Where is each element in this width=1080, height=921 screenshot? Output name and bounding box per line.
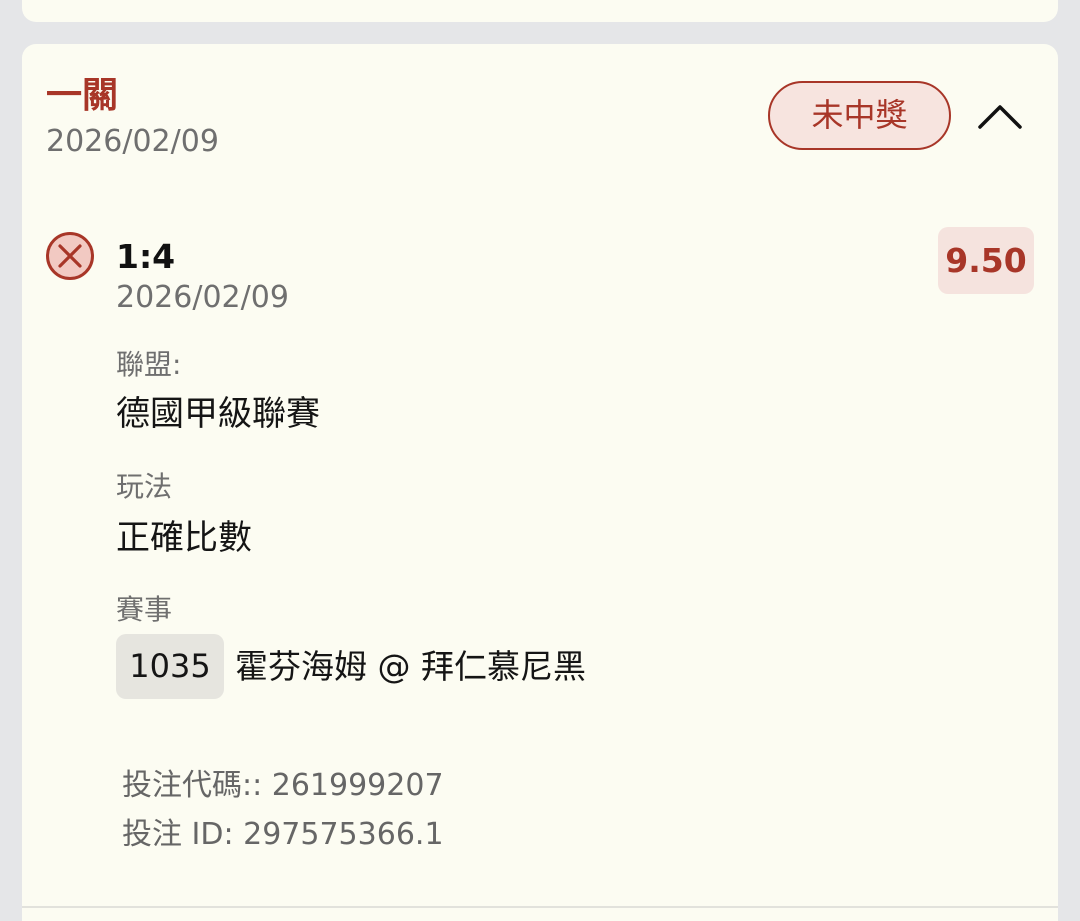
league-label: 聯盟:	[116, 348, 182, 381]
market-value: 正確比數	[116, 518, 252, 558]
bet-code: 投注代碼:: 261999207	[122, 768, 444, 803]
x-circle-icon	[46, 232, 94, 280]
collapse-button[interactable]	[972, 88, 1028, 144]
bet-date: 2026/02/09	[46, 124, 219, 159]
bet-card: 一關 2026/02/09 未中獎 1:4 2026/02/09 9.50 聯盟…	[22, 44, 1058, 921]
event-label: 賽事	[116, 593, 173, 626]
selection-score: 1:4	[116, 237, 176, 276]
odds-badge: 9.50	[938, 227, 1034, 294]
selection-date: 2026/02/09	[116, 280, 289, 315]
divider	[22, 906, 1058, 908]
market-label: 玩法	[116, 470, 173, 503]
status-badge: 未中獎	[768, 81, 951, 150]
event-name: 霍芬海姆 @ 拜仁慕尼黑	[235, 647, 586, 686]
previous-card	[22, 0, 1058, 22]
chevron-up-icon	[978, 105, 1022, 129]
event-number-badge: 1035	[116, 634, 224, 699]
bet-id: 投注 ID: 297575366.1	[122, 817, 444, 852]
bet-type-title: 一關	[46, 75, 119, 116]
league-value: 德國甲級聯賽	[116, 394, 320, 434]
